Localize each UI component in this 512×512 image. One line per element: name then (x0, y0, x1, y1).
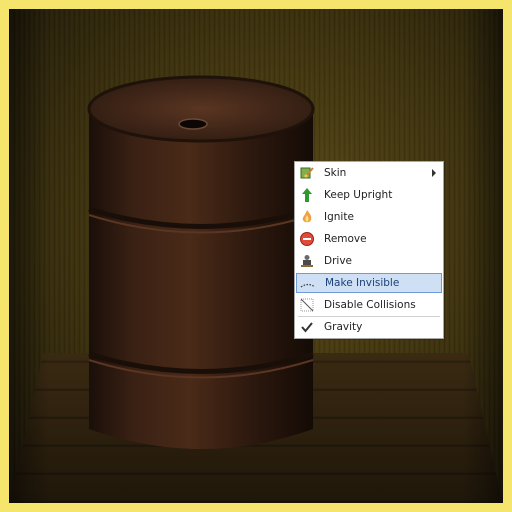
flame-icon (299, 209, 315, 225)
menu-item-disable-collisions[interactable]: Disable Collisions (296, 295, 442, 315)
menu-item-keep-upright[interactable]: Keep Upright (296, 185, 442, 205)
menu-item-make-invisible[interactable]: Make Invisible (296, 273, 442, 293)
driver-icon (299, 253, 315, 269)
wall-shadow-right (463, 9, 503, 503)
context-menu: Skin Keep Upright Ignite Remove Drive Ma… (294, 161, 444, 339)
checkmark-icon (299, 319, 315, 335)
remove-icon (299, 231, 315, 247)
menu-item-remove[interactable]: Remove (296, 229, 442, 249)
menu-item-gravity[interactable]: Gravity (296, 317, 442, 337)
up-arrow-icon (299, 187, 315, 203)
submenu-arrow-icon (432, 169, 436, 177)
barrel-bung-hole (178, 118, 208, 130)
barrel-body (89, 109, 313, 449)
menu-item-ignite[interactable]: Ignite (296, 207, 442, 227)
dashed-line-icon (300, 275, 316, 291)
diagonal-line-icon (299, 297, 315, 313)
paint-brush-icon (299, 165, 315, 181)
menu-item-drive[interactable]: Drive (296, 251, 442, 271)
barrel-lid (87, 75, 315, 143)
wall-shadow-left (9, 9, 49, 503)
menu-item-skin[interactable]: Skin (296, 163, 442, 183)
oil-barrel-prop[interactable] (81, 69, 321, 459)
